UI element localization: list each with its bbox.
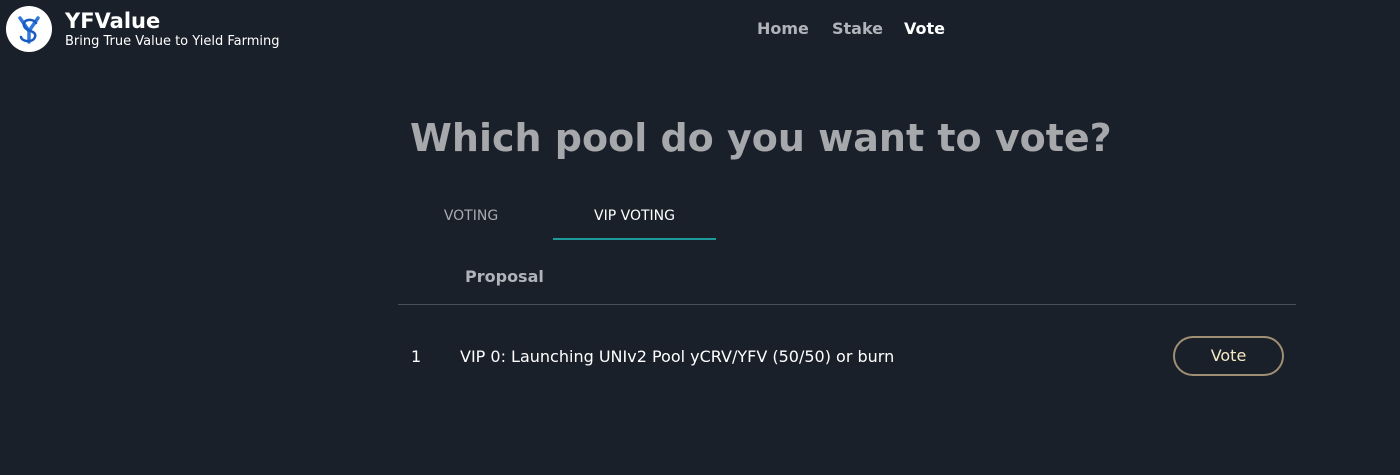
brand-tagline: Bring True Value to Yield Farming: [65, 34, 280, 49]
nav-vote-link[interactable]: Vote: [904, 18, 945, 40]
proposal-title: VIP 0: Launching UNIv2 Pool yCRV/YFV (50…: [460, 347, 895, 366]
top-bar: YFValue Bring True Value to Yield Farmin…: [0, 0, 1400, 60]
row-index: 1: [411, 347, 422, 366]
vote-button[interactable]: Vote: [1173, 336, 1284, 376]
nav-stake-link[interactable]: Stake: [832, 18, 883, 40]
page-title: Which pool do you want to vote?: [410, 116, 1112, 160]
brand-name[interactable]: YFValue: [65, 7, 160, 35]
table-divider: [398, 304, 1296, 305]
tab-voting[interactable]: VOTING: [390, 192, 552, 240]
nav-home-link[interactable]: Home: [757, 18, 809, 40]
proposal-column-header: Proposal: [465, 267, 544, 286]
yfv-logo-icon[interactable]: [6, 6, 52, 52]
tab-vip-voting[interactable]: VIP VOTING: [553, 192, 716, 240]
